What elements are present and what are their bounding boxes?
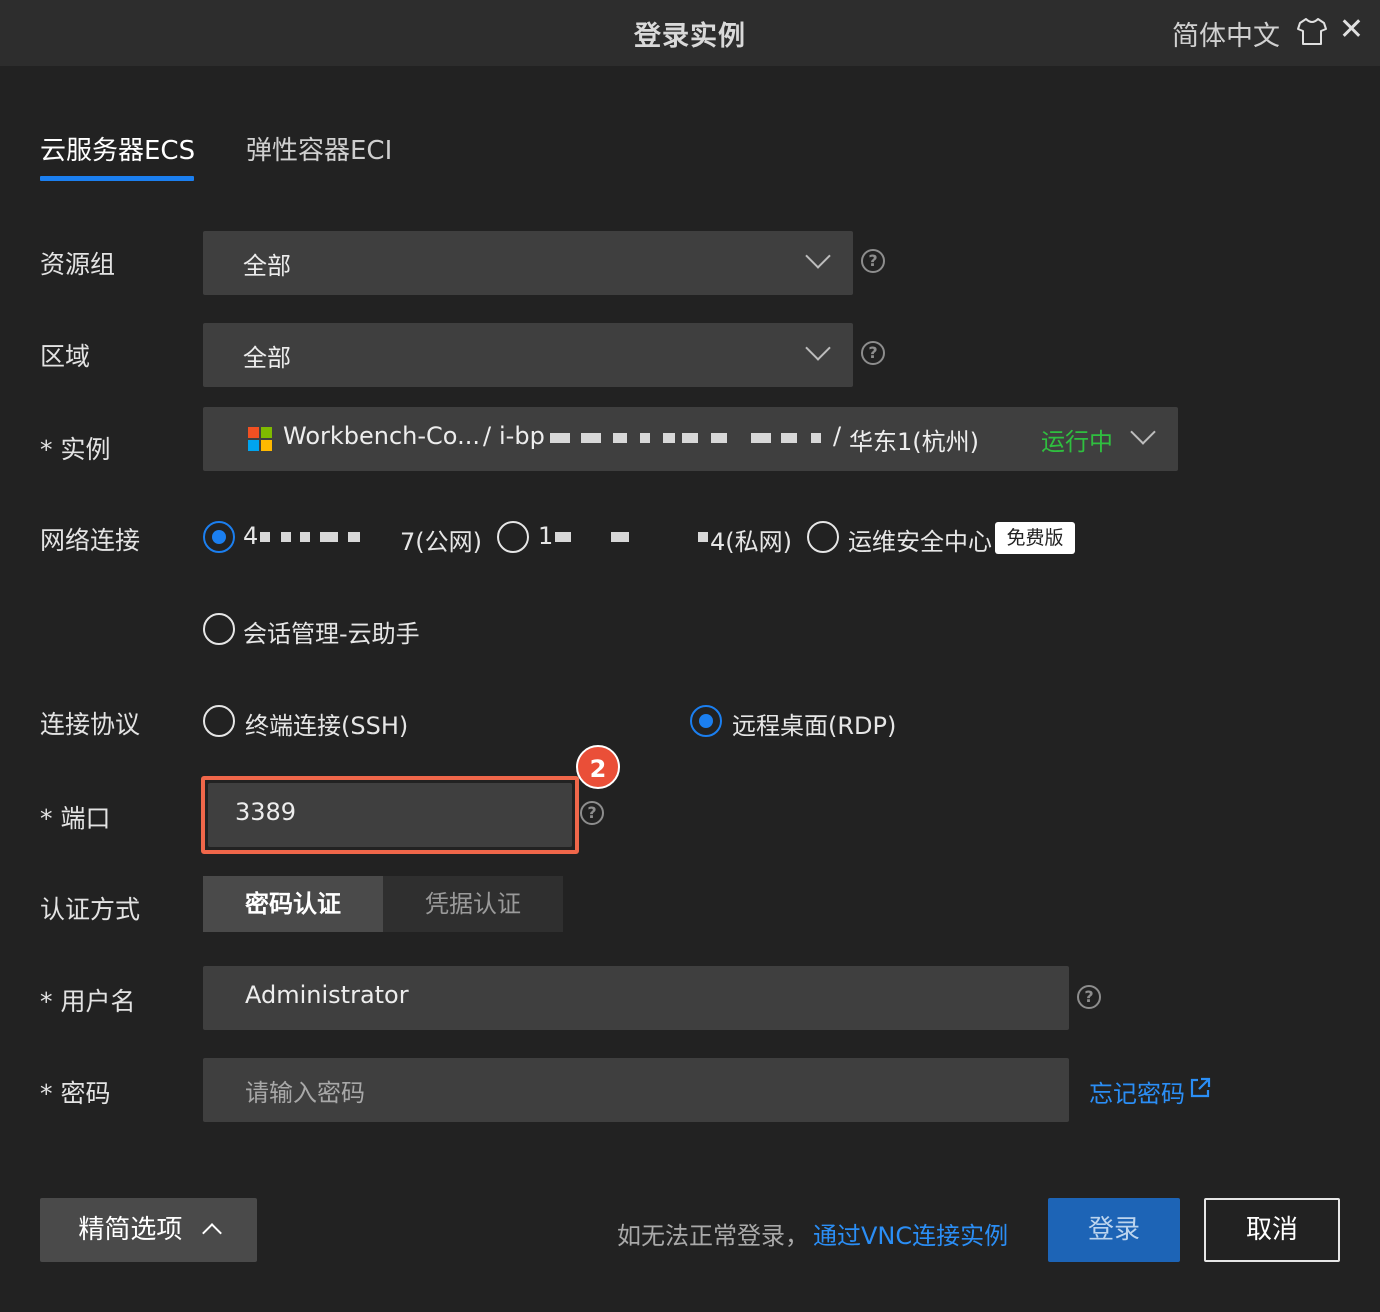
windows-icon — [248, 427, 272, 451]
network-private-ip-prefix: 1 — [538, 522, 554, 550]
tab-ecs[interactable]: 云服务器ECS — [40, 130, 195, 167]
vnc-connect-link[interactable]: 通过VNC连接实例 — [813, 1216, 1008, 1251]
username-label: * 用户名 — [40, 987, 136, 1016]
help-icon[interactable]: ? — [861, 249, 885, 273]
chevron-down-icon — [805, 243, 831, 269]
close-icon[interactable]: ✕ — [1339, 14, 1364, 46]
instance-separator: / — [833, 422, 842, 450]
network-public-radio[interactable] — [203, 521, 235, 553]
network-session-manager-radio[interactable] — [203, 613, 235, 645]
active-tab-indicator — [40, 176, 194, 181]
resource-group-label: 资源组 — [40, 250, 116, 279]
protocol-rdp-radio[interactable] — [690, 705, 722, 737]
title-bar: 登录实例 简体中文 ✕ — [0, 0, 1380, 66]
theme-shirt-icon[interactable] — [1296, 16, 1328, 46]
region-select[interactable]: 全部 — [203, 323, 853, 387]
step-badge: 2 — [576, 745, 620, 789]
protocol-label: 连接协议 — [40, 710, 141, 739]
instance-separator: / — [483, 422, 492, 450]
instance-zone: 华东1(杭州) — [849, 428, 979, 456]
instance-label: * 实例 — [40, 435, 111, 464]
protocol-ssh-label: 终端连接(SSH) — [245, 712, 409, 740]
network-private-radio[interactable] — [497, 521, 529, 553]
chevron-down-icon — [1130, 419, 1156, 445]
external-link-icon[interactable] — [1189, 1077, 1211, 1099]
network-public-ip-prefix: 4 — [243, 522, 259, 550]
help-icon[interactable]: ? — [1077, 985, 1101, 1009]
instance-status: 运行中 — [1041, 428, 1113, 456]
network-private-label: 4(私网) — [710, 528, 792, 556]
username-value: Administrator — [245, 981, 409, 1009]
network-session-manager-label: 会话管理-云助手 — [243, 620, 420, 648]
port-label: * 端口 — [40, 804, 111, 833]
language-switcher[interactable]: 简体中文 — [1172, 14, 1280, 53]
instance-name: Workbench-Co... — [283, 422, 480, 450]
help-icon[interactable]: ? — [861, 341, 885, 365]
resource-group-select[interactable]: 全部 — [203, 231, 853, 295]
login-button[interactable]: 登录 — [1048, 1198, 1180, 1262]
region-value: 全部 — [243, 344, 291, 372]
network-public-label: 7(公网) — [400, 528, 482, 556]
resource-group-value: 全部 — [243, 252, 291, 280]
free-badge: 免费版 — [995, 522, 1075, 554]
protocol-ssh-radio[interactable] — [203, 705, 235, 737]
tab-eci[interactable]: 弹性容器ECI — [246, 130, 392, 167]
password-input[interactable]: 请输入密码 — [203, 1058, 1069, 1122]
network-label: 网络连接 — [40, 526, 141, 555]
username-input[interactable]: Administrator — [203, 966, 1069, 1030]
network-bastion-radio[interactable] — [807, 521, 839, 553]
credential-auth-tab[interactable]: 凭据认证 — [383, 876, 563, 932]
network-bastion-label: 运维安全中心 — [848, 528, 992, 556]
cancel-button[interactable]: 取消 — [1204, 1198, 1340, 1262]
login-hint: 如无法正常登录， — [617, 1222, 809, 1250]
advanced-options-label: 精简选项 — [78, 1215, 183, 1245]
chevron-up-icon — [201, 1223, 222, 1243]
advanced-options-button[interactable]: 精简选项 — [40, 1198, 257, 1262]
chevron-down-icon — [805, 335, 831, 361]
password-placeholder: 请输入密码 — [245, 1079, 365, 1107]
password-label: * 密码 — [40, 1079, 111, 1108]
port-highlight-box — [201, 776, 579, 854]
instance-select[interactable]: Workbench-Co... / i-bp / 华东1(杭州) 运行中 — [203, 407, 1178, 471]
forgot-password-link[interactable]: 忘记密码 — [1089, 1074, 1185, 1109]
password-auth-tab[interactable]: 密码认证 — [203, 876, 383, 932]
protocol-rdp-label: 远程桌面(RDP) — [732, 712, 897, 740]
auth-method-label: 认证方式 — [40, 895, 141, 924]
instance-id: i-bp — [499, 422, 545, 450]
region-label: 区域 — [40, 342, 91, 371]
help-icon[interactable]: ? — [580, 801, 604, 825]
